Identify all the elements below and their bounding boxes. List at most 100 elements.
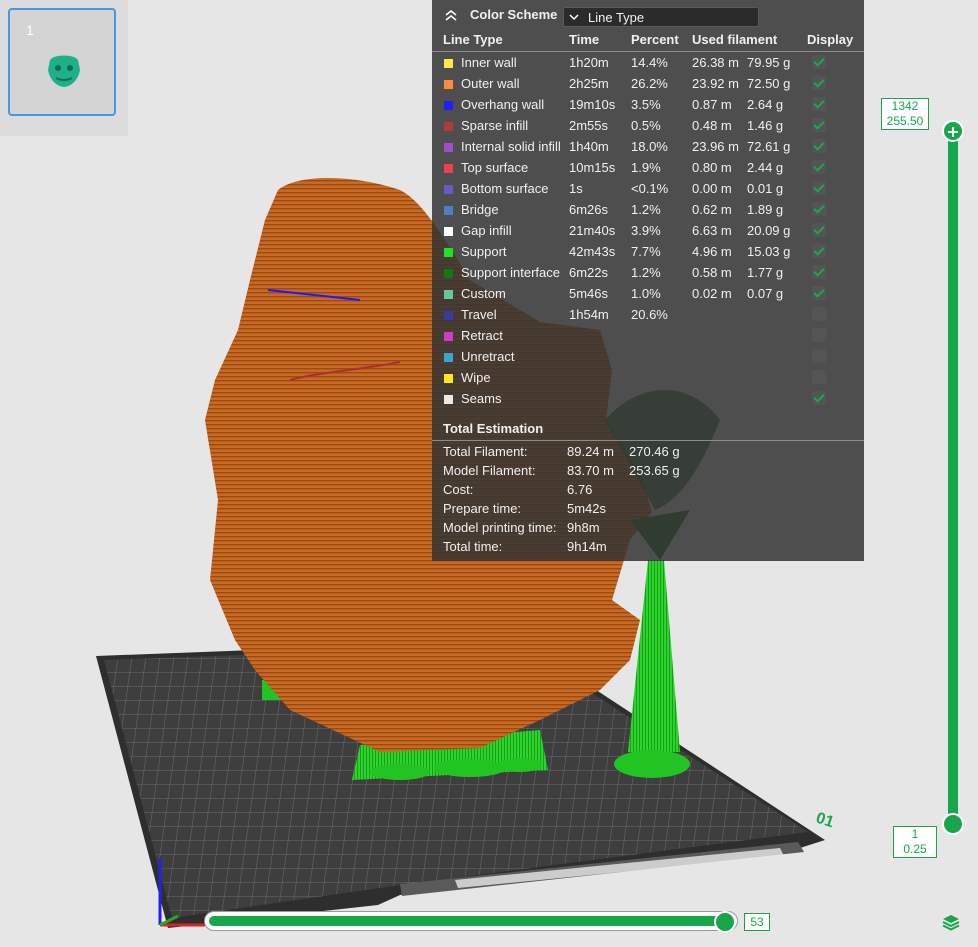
line-type-row: Support interface 6m22s 1.2% 0.58 m 1.77 g <box>432 262 864 283</box>
total-label: Cost: <box>443 482 474 497</box>
line-type-name: Support interface <box>461 265 561 280</box>
line-type-grams: 2.44 g <box>747 160 784 175</box>
layer-slider-track[interactable] <box>948 131 958 825</box>
move-slider-value: 53 <box>744 913 770 931</box>
move-slider-handle[interactable] <box>714 911 736 933</box>
line-type-row: Unretract <box>432 346 864 367</box>
total-row: Cost: 6.76 <box>432 480 864 499</box>
line-type-name: Retract <box>461 328 503 343</box>
display-checkbox[interactable] <box>812 202 826 216</box>
display-checkbox[interactable] <box>812 76 826 90</box>
bottom-layer-number: 1 <box>911 827 919 841</box>
color-swatch <box>444 332 453 341</box>
chevron-up-double-icon[interactable] <box>444 8 458 22</box>
total-label: Total time: <box>443 539 503 554</box>
color-swatch <box>444 143 453 152</box>
line-type-percent: 1.2% <box>631 265 661 280</box>
line-type-time: 19m10s <box>569 97 616 112</box>
line-type-percent: 0.5% <box>631 118 661 133</box>
layer-slider-top-handle[interactable] <box>942 120 964 142</box>
display-checkbox[interactable] <box>812 181 826 195</box>
line-type-meters: 0.58 m <box>692 265 732 280</box>
move-slider-fill <box>209 916 727 926</box>
display-checkbox[interactable] <box>812 370 826 384</box>
plate-label: 01 <box>814 810 836 832</box>
display-checkbox[interactable] <box>812 391 826 405</box>
line-type-grams: 72.61 g <box>747 139 791 154</box>
display-checkbox[interactable] <box>812 55 826 69</box>
color-swatch <box>444 353 453 362</box>
line-type-name: Overhang wall <box>461 97 545 112</box>
display-checkbox[interactable] <box>812 244 826 258</box>
plate-list: 1 <box>0 0 128 136</box>
total-estimation-title: Total Estimation <box>443 421 544 436</box>
line-type-percent: 1.2% <box>631 202 661 217</box>
layer-slider-bottom-handle[interactable] <box>942 813 964 835</box>
display-checkbox[interactable] <box>812 307 826 321</box>
line-type-meters: 0.00 m <box>692 181 732 196</box>
display-checkbox[interactable] <box>812 223 826 237</box>
total-label: Total Filament: <box>443 444 528 459</box>
line-type-row: Wipe <box>432 367 864 388</box>
color-swatch <box>444 59 453 68</box>
display-checkbox[interactable] <box>812 265 826 279</box>
total-row: Model printing time: 9h8m <box>432 518 864 537</box>
layers-icon[interactable] <box>941 913 961 933</box>
line-type-name: Inner wall <box>461 55 517 70</box>
color-scheme-dropdown[interactable]: Line Type <box>563 7 759 27</box>
line-type-grams: 72.50 g <box>747 76 791 91</box>
header-display: Display <box>807 32 854 47</box>
line-type-time: 2h25m <box>569 76 609 91</box>
line-type-row: Seams <box>432 388 864 409</box>
display-checkbox[interactable] <box>812 118 826 132</box>
top-layer-height: 255.50 <box>886 114 924 128</box>
bottom-layer-label: 1 0.25 <box>893 826 937 858</box>
color-swatch <box>444 206 453 215</box>
total-row: Prepare time: 5m42s <box>432 499 864 518</box>
display-checkbox[interactable] <box>812 349 826 363</box>
total-value: 6.76 <box>567 482 593 497</box>
total-value: 83.70 m <box>567 463 614 478</box>
plate-thumbnail[interactable]: 1 <box>8 8 116 116</box>
display-checkbox[interactable] <box>812 160 826 174</box>
line-type-time: 42m43s <box>569 244 616 259</box>
line-type-grams: 1.77 g <box>747 265 784 280</box>
line-type-percent: 20.6% <box>631 307 668 322</box>
display-checkbox[interactable] <box>812 328 826 342</box>
dropdown-value: Line Type <box>588 10 645 25</box>
panel-title: Color Scheme <box>470 7 558 22</box>
line-type-grams: 0.01 g <box>747 181 784 196</box>
display-checkbox[interactable] <box>812 97 826 111</box>
line-type-percent: 7.7% <box>631 244 661 259</box>
line-type-name: Support <box>461 244 507 259</box>
line-type-meters: 6.63 m <box>692 223 732 238</box>
line-type-percent: 14.4% <box>631 55 668 70</box>
line-type-name: Internal solid infill <box>461 139 561 154</box>
total-value-secondary: 253.65 g <box>629 463 680 478</box>
line-type-percent: 1.0% <box>631 286 661 301</box>
line-type-row: Bottom surface 1s <0.1% 0.00 m 0.01 g <box>432 178 864 199</box>
line-type-name: Bridge <box>461 202 499 217</box>
line-type-percent: 26.2% <box>631 76 668 91</box>
total-value-secondary: 270.46 g <box>629 444 680 459</box>
line-type-time: 2m55s <box>569 118 609 133</box>
line-type-name: Top surface <box>461 160 529 175</box>
color-swatch <box>444 395 453 404</box>
top-layer-label: 1342 255.50 <box>881 98 929 130</box>
header-used-filament: Used filament <box>692 32 778 47</box>
line-type-percent: 3.9% <box>631 223 661 238</box>
total-label: Model Filament: <box>443 463 536 478</box>
display-checkbox[interactable] <box>812 139 826 153</box>
line-type-meters: 0.62 m <box>692 202 732 217</box>
line-type-row: Bridge 6m26s 1.2% 0.62 m 1.89 g <box>432 199 864 220</box>
line-type-time: 1s <box>569 181 583 196</box>
line-type-percent: 1.9% <box>631 160 661 175</box>
line-type-name: Custom <box>461 286 506 301</box>
line-type-meters: 0.80 m <box>692 160 732 175</box>
line-type-time: 1h40m <box>569 139 609 154</box>
line-type-time: 21m40s <box>569 223 616 238</box>
line-type-name: Gap infill <box>461 223 512 238</box>
display-checkbox[interactable] <box>812 286 826 300</box>
line-type-row: Outer wall 2h25m 26.2% 23.92 m 72.50 g <box>432 73 864 94</box>
line-type-row: Retract <box>432 325 864 346</box>
